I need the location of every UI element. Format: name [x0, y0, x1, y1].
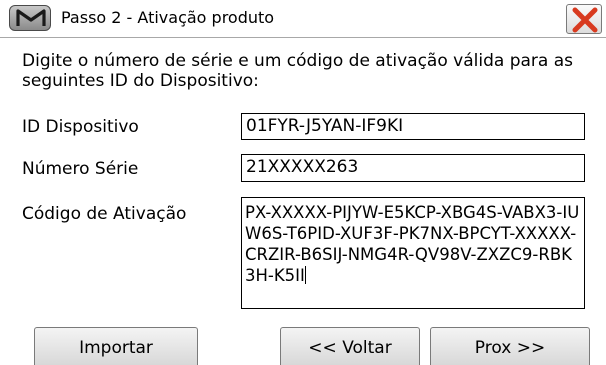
window-title: Passo 2 - Ativação produto	[61, 8, 275, 27]
activation-code-input[interactable]: PX-XXXXX-PIJYW-E5KCP-XBG4S-VABX3-IUW6S-T…	[241, 197, 585, 309]
serial-number-input[interactable]: 21XXXXX263	[241, 154, 585, 182]
device-id-field: 01FYR-J5YAN-IF9KI	[241, 113, 585, 140]
title-bar: Passo 2 - Ativação produto	[0, 0, 606, 38]
back-button[interactable]: << Voltar	[280, 327, 420, 365]
activation-dialog: Passo 2 - Ativação produto Digite o núme…	[0, 0, 606, 365]
next-button[interactable]: Prox >>	[430, 327, 590, 365]
device-id-label: ID Dispositivo	[22, 117, 139, 137]
text-cursor	[304, 266, 306, 284]
import-button[interactable]: Importar	[34, 327, 198, 365]
serial-number-label: Número Série	[22, 159, 139, 179]
instructions-text: Digite o número de série e um código de …	[22, 51, 573, 91]
activation-code-text: PX-XXXXX-PIJYW-E5KCP-XBG4S-VABX3-IUW6S-T…	[245, 203, 580, 285]
close-button[interactable]	[566, 4, 602, 34]
activation-code-label: Código de Ativação	[22, 204, 187, 224]
m-logo-icon[interactable]	[9, 5, 51, 31]
close-icon	[572, 7, 598, 33]
